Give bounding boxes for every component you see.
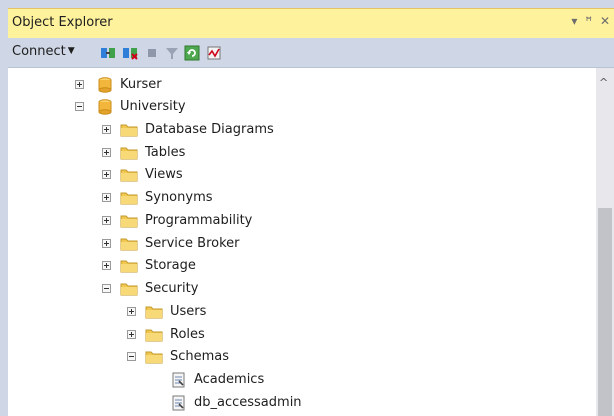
collapse-icon[interactable] [75, 102, 84, 111]
folder-icon [120, 238, 138, 251]
expand-icon[interactable] [127, 330, 136, 339]
expand-icon[interactable] [102, 193, 111, 202]
panel-title: Object Explorer [12, 15, 113, 30]
filter-icon[interactable] [164, 45, 180, 61]
object-explorer-tree: Kurser University Database Diagrams Tabl… [8, 68, 596, 416]
expand-icon[interactable] [75, 80, 84, 89]
folder-icon [120, 147, 138, 160]
folder-icon [120, 169, 138, 182]
tree-node-label: Views [145, 167, 183, 182]
tree-node-label: db_accessadmin [194, 395, 302, 410]
tree-node-label: Schemas [170, 349, 230, 364]
expand-icon[interactable] [127, 307, 136, 316]
window-position-dropdown-icon[interactable]: ▾ [571, 14, 579, 28]
folder-icon [120, 283, 138, 296]
expand-icon[interactable] [102, 170, 111, 179]
tree-node-label: University [120, 99, 186, 114]
folder-icon [145, 351, 163, 364]
tree-node-label: Service Broker [145, 236, 240, 251]
auto-hide-pin-icon[interactable]: ꟸ [585, 14, 594, 28]
schema-icon [172, 395, 185, 411]
folder-icon [145, 306, 163, 319]
expand-icon[interactable] [102, 261, 111, 270]
object-explorer-toolbar: Connect ▼ [8, 38, 614, 68]
collapse-icon[interactable] [102, 284, 111, 293]
close-icon[interactable]: ✕ [600, 14, 612, 28]
tree-node-label: Database Diagrams [145, 122, 274, 137]
connect-button[interactable]: Connect ▼ [12, 44, 75, 59]
tree-node-label: Storage [145, 258, 196, 273]
folder-icon [120, 192, 138, 205]
folder-icon [145, 329, 163, 342]
refresh-icon[interactable] [184, 45, 200, 61]
connect-icon[interactable] [100, 45, 116, 61]
object-explorer-panel: Object Explorer ▾ ꟸ ✕ Connect ▼ Kurser U… [0, 0, 614, 416]
expand-icon[interactable] [102, 148, 111, 157]
tree-node-label: Academics [194, 372, 265, 387]
vertical-scrollbar[interactable]: ^ [596, 68, 614, 416]
chevron-down-icon: ▼ [67, 46, 75, 56]
database-icon [98, 77, 112, 93]
database-icon [98, 99, 112, 115]
collapse-icon[interactable] [127, 352, 136, 361]
scroll-up-arrow-icon[interactable]: ^ [599, 76, 608, 89]
panel-window-buttons[interactable]: ▾ ꟸ ✕ [571, 14, 612, 28]
expand-icon[interactable] [102, 239, 111, 248]
tree-node-label: Tables [145, 145, 186, 160]
tree-node-label: Users [170, 304, 207, 319]
tree-node-label: Security [145, 281, 199, 296]
panel-title-bar[interactable]: Object Explorer ▾ ꟸ ✕ [8, 8, 614, 38]
tree-node-label: Kurser [120, 77, 162, 92]
tree-node-label: Roles [170, 327, 205, 342]
scrollbar-thumb[interactable] [598, 208, 612, 416]
stop-icon[interactable] [144, 45, 160, 61]
folder-icon [120, 260, 138, 273]
expand-icon[interactable] [102, 125, 111, 134]
tree-node-label: Programmability [145, 213, 253, 228]
folder-icon [120, 215, 138, 228]
disconnect-icon[interactable] [122, 45, 138, 61]
activity-monitor-icon[interactable] [206, 45, 222, 61]
connect-label: Connect [12, 44, 66, 59]
tree-node-label: Synonyms [145, 190, 213, 205]
expand-icon[interactable] [102, 216, 111, 225]
schema-icon [172, 372, 185, 388]
folder-icon [120, 124, 138, 137]
